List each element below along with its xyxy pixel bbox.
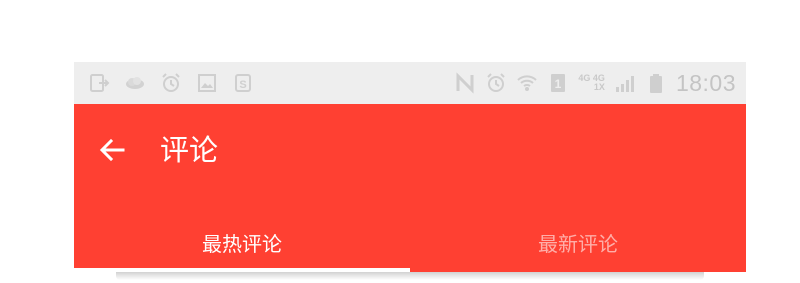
sim-1-icon: 1 [547,72,569,94]
status-time: 18:03 [675,69,736,96]
phone-screen: S 1 4G 4G 1X 18:03 评论 最热评论 最新评论 [74,62,746,283]
back-button[interactable] [96,134,128,166]
app-bar: 评论 最热评论 最新评论 [74,104,746,272]
alarm-icon [160,72,182,94]
nfc-icon [454,72,476,94]
network-type-label: 4G 4G 1X [578,74,605,92]
svg-text:S: S [239,79,246,91]
image-icon [196,72,218,94]
tab-latest-comments[interactable]: 最新评论 [410,214,746,270]
status-bar-left: S [88,62,254,104]
svg-text:1: 1 [555,77,562,91]
app-bar-shadow [116,272,704,280]
battery-icon [645,72,667,94]
page-title: 评论 [160,133,219,167]
cloud-icon [124,72,146,94]
signal-icon [614,72,636,94]
status-bar: S 1 4G 4G 1X 18:03 [74,62,746,104]
notification-exit-icon [88,72,110,94]
network-type-bottom: 1X [593,82,605,92]
status-bar-right: 1 4G 4G 1X 18:03 [454,62,736,104]
tab-bar: 最热评论 最新评论 [74,214,746,270]
alarm-icon [485,72,507,94]
wifi-icon [516,72,538,94]
arrow-left-icon [99,138,125,162]
tab-hot-comments[interactable]: 最热评论 [74,214,410,270]
app-s-icon: S [232,72,254,94]
